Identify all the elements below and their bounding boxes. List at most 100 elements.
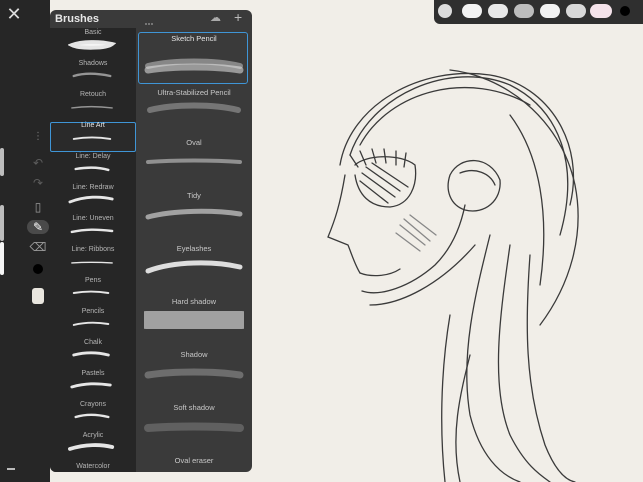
brush-stroke-preview [144,63,244,74]
brush-stroke-preview [72,136,112,140]
brush-category-label: Pastels [81,370,105,377]
eraser-icon[interactable]: ⌫ [28,238,48,256]
brush-icon[interactable]: ✎ [27,220,49,234]
brush-category-label: Line Art [81,122,105,129]
brush-preset-swatch[interactable] [438,4,452,18]
brush-category-label: Shadows [78,60,108,67]
brush-opacity-slider[interactable] [0,205,4,241]
brush-category-label: Line: Uneven [72,215,114,222]
brush-size-slider[interactable] [0,148,4,176]
brush-category-item[interactable]: Retouch [50,91,136,121]
brush-category-label: Chalk [84,339,102,346]
brush-category-item[interactable]: Line: Uneven [50,215,136,245]
tool-strip: ⋮ ↶ ↷ ▯ ✎ ⌫ [27,118,49,310]
sketch-drawing [327,69,579,482]
brush-category-label: Pencils [81,308,105,315]
brush-name: Tidy [187,191,201,200]
brush-stroke-preview [145,260,243,274]
brush-stroke-preview [72,351,110,357]
panel-drag-handle[interactable] [145,12,157,25]
brush-stroke-preview [68,195,114,204]
layers-icon[interactable]: ▯ [28,198,48,216]
brush-stroke-preview [145,208,243,220]
brush-stroke-preview [146,158,242,164]
brush-category-label: Retouch [79,91,107,98]
brush-stroke-preview [72,290,110,294]
brush-stroke-preview [71,105,113,109]
more-options-icon[interactable]: ⋮ [28,128,48,146]
brush-item[interactable]: Eyelashes [138,204,250,257]
brush-stroke-preview [147,102,241,113]
brush-preset-swatch[interactable] [514,4,534,18]
close-button[interactable]: ✕ [4,4,24,24]
brush-category-item[interactable]: Crayons [50,401,136,431]
brush-category-label: Line: Redraw [72,184,114,191]
brush-item[interactable]: Tidy [138,151,250,204]
brush-preset-swatch[interactable] [462,4,482,18]
brush-item[interactable]: Oval [138,98,250,151]
brush-name: Soft shadow [173,403,215,412]
brush-category-item[interactable]: Line: Ribbons [50,246,136,276]
brush-category-label: Basic [84,29,102,36]
brush-name: Oval [186,138,202,147]
brush-stroke-preview [144,368,244,379]
brush-name: Shadow [180,350,208,359]
brush-preset-swatch[interactable] [566,4,586,18]
brush-name: Sketch Pencil [171,34,217,43]
brush-flow-slider[interactable] [0,242,4,275]
brush-category-item[interactable]: Shadows [50,60,136,90]
brush-item[interactable]: Oval eraser [138,416,250,469]
brush-category-label: Line: Delay [75,153,111,160]
current-color-swatch[interactable] [33,264,43,274]
brush-name: Hard shadow [171,297,217,306]
brush-item[interactable]: Hard shadow [138,257,250,310]
brush-item[interactable]: Shadow [138,310,250,363]
brush-category-item[interactable]: Line Art [50,122,136,152]
brush-stroke-preview [74,166,110,172]
panel-title: Brushes [55,13,100,25]
brush-item[interactable]: Soft shadow [138,363,250,416]
brush-category-item[interactable]: Pastels [50,370,136,400]
undo-icon[interactable]: ↶ [28,154,48,172]
cloud-download-icon[interactable]: ☁ [210,11,224,25]
brush-category-item[interactable]: Pens [50,277,136,307]
brush-category-label: Acrylic [82,432,104,439]
brush-category-label: Watercolor [76,463,110,470]
brush-category-item[interactable]: Watercolor [50,463,136,472]
brush-stroke-preview [70,382,112,389]
brush-name: Oval eraser [174,456,214,465]
brush-stroke-preview [74,413,110,419]
brush-stroke-preview [70,228,114,234]
redo-icon[interactable]: ↷ [28,174,48,192]
bottom-handle [7,468,15,470]
brushes-panel: Brushes ☁ + Basic Shadows Retouch Line Art L… [50,10,252,472]
color-dot-swatch[interactable] [620,6,630,16]
brush-stroke-preview [68,40,116,50]
brush-category-item[interactable]: Line: Delay [50,153,136,183]
brush-category-label: Line: Ribbons [71,246,115,253]
brush-preset-swatch[interactable] [540,4,560,18]
brush-category-label: Crayons [79,401,107,408]
brush-name: Eyelashes [176,244,212,253]
brush-category-list: Basic Shadows Retouch Line Art Line: Delay Li… [50,28,136,472]
brush-list: Sketch Pencil Ultra-Stabilized Pencil Oval… [136,28,252,472]
brush-preset-swatch[interactable] [590,4,612,18]
brush-stroke-preview [144,311,244,329]
brush-stroke-preview [72,72,112,78]
brush-category-item[interactable]: Basic [50,29,136,59]
brush-preset-swatch[interactable] [488,4,508,18]
secondary-color-swatch[interactable] [32,288,44,304]
brush-category-item[interactable]: Line: Redraw [50,184,136,214]
brush-stroke-preview [72,321,110,326]
brush-stroke-preview [144,422,244,432]
left-toolbar: ✕ ⋮ ↶ ↷ ▯ ✎ ⌫ [0,0,50,482]
brush-category-label: Pens [85,277,101,284]
brush-stroke-preview [68,443,115,451]
brush-category-item[interactable]: Acrylic [50,432,136,462]
brush-category-item[interactable]: Chalk [50,339,136,369]
brush-name: Ultra-Stabilized Pencil [157,88,231,97]
brush-category-item[interactable]: Pencils [50,308,136,338]
add-brush-button[interactable]: + [234,10,248,24]
recent-brush-strip [434,0,643,24]
brush-stroke-preview [71,261,113,264]
